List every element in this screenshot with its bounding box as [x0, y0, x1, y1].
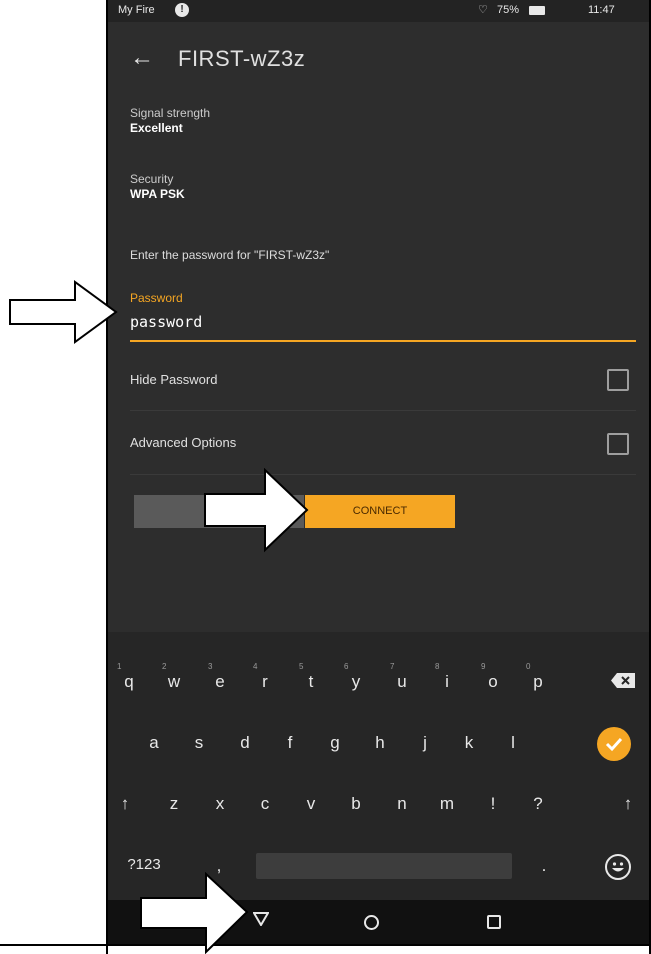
hide-password-checkbox[interactable] — [607, 369, 629, 391]
device-name: My Fire — [118, 4, 155, 16]
nav-recent-apps-icon[interactable] — [487, 915, 501, 929]
key-y[interactable]: 6y — [341, 662, 371, 692]
shift-right-icon[interactable]: ↑ — [613, 794, 643, 814]
arrow-left-icon[interactable]: ← — [130, 46, 154, 70]
security-value: WPA PSK — [130, 187, 185, 201]
key-l[interactable]: l — [498, 733, 528, 753]
emoji-icon[interactable] — [605, 854, 631, 880]
key-number-hint: 8 — [435, 662, 440, 671]
key-j[interactable]: j — [410, 733, 440, 753]
key-r[interactable]: 4r — [250, 662, 280, 692]
nav-back-icon[interactable] — [252, 912, 270, 931]
key-number-hint: 0 — [526, 662, 531, 671]
hide-password-label: Hide Password — [130, 372, 218, 387]
signal-strength-label: Signal strength — [130, 106, 211, 120]
page-title: FIRST-wZ3z — [178, 46, 306, 71]
password-prompt: Enter the password for "FIRST-wZ3z" — [130, 248, 330, 262]
spacebar[interactable] — [256, 853, 512, 879]
key-exclamation[interactable]: ! — [478, 794, 508, 814]
key-p[interactable]: 0p — [523, 662, 553, 692]
advanced-options-checkbox[interactable] — [607, 433, 629, 455]
backspace-icon[interactable] — [611, 673, 635, 688]
password-field-label: Password — [130, 291, 183, 305]
key-number-hint: 7 — [390, 662, 395, 671]
key-m[interactable]: m — [432, 794, 462, 814]
key-g[interactable]: g — [320, 733, 350, 753]
key-o[interactable]: 9o — [478, 662, 508, 692]
annotation-arrow-back — [140, 872, 249, 954]
key-b[interactable]: b — [341, 794, 371, 814]
key-w[interactable]: 2w — [159, 662, 189, 692]
key-f[interactable]: f — [275, 733, 305, 753]
wifi-icon: ♡ — [478, 4, 488, 16]
symbols-key[interactable]: ?123 — [122, 856, 166, 873]
key-label: w — [167, 672, 181, 691]
enter-check-icon[interactable] — [597, 727, 631, 761]
key-i[interactable]: 8i — [432, 662, 462, 692]
shift-left-icon[interactable]: ↑ — [110, 794, 140, 814]
key-label: u — [397, 672, 407, 691]
key-v[interactable]: v — [296, 794, 326, 814]
key-t[interactable]: 5t — [296, 662, 326, 692]
key-label: r — [262, 672, 268, 691]
nav-home-icon[interactable] — [364, 915, 379, 930]
key-k[interactable]: k — [454, 733, 484, 753]
device-screen: My Fire ! ♡ 75% 11:47 ← FIRST-wZ3z Signa… — [108, 0, 649, 944]
battery-percent: 75% — [497, 4, 520, 16]
key-number-hint: 3 — [208, 662, 213, 671]
key-number-hint: 6 — [344, 662, 349, 671]
key-h[interactable]: h — [365, 733, 395, 753]
key-n[interactable]: n — [387, 794, 417, 814]
key-label: y — [351, 672, 361, 691]
key-number-hint: 9 — [481, 662, 486, 671]
key-label: p — [533, 672, 543, 691]
key-label: e — [215, 672, 225, 691]
key-number-hint: 4 — [253, 662, 258, 671]
connect-button[interactable]: CONNECT — [305, 495, 455, 528]
signal-strength-value: Excellent — [130, 121, 183, 135]
password-input[interactable] — [130, 310, 635, 334]
key-e[interactable]: 3e — [205, 662, 235, 692]
battery-icon — [529, 6, 545, 15]
clock: 11:47 — [588, 4, 615, 16]
status-bar: My Fire ! ♡ 75% 11:47 — [108, 0, 649, 22]
key-label: o — [488, 672, 498, 691]
advanced-options-label: Advanced Options — [130, 435, 237, 450]
key-period[interactable]: . — [529, 856, 559, 876]
annotation-arrow-connect — [204, 468, 309, 553]
key-q[interactable]: 1q — [114, 662, 144, 692]
password-underline — [130, 340, 636, 342]
key-s[interactable]: s — [184, 733, 214, 753]
key-label: q — [124, 672, 134, 691]
security-label: Security — [130, 172, 174, 186]
key-label: i — [445, 672, 449, 691]
key-u[interactable]: 7u — [387, 662, 417, 692]
key-label: t — [308, 672, 314, 691]
key-c[interactable]: c — [250, 794, 280, 814]
key-number-hint: 5 — [299, 662, 304, 671]
key-z[interactable]: z — [159, 794, 189, 814]
annotation-arrow-password — [9, 280, 118, 344]
key-number-hint: 2 — [162, 662, 167, 671]
key-a[interactable]: a — [139, 733, 169, 753]
key-x[interactable]: x — [205, 794, 235, 814]
app-bar: ← FIRST-wZ3z — [108, 22, 649, 90]
divider — [130, 410, 636, 411]
key-number-hint: 1 — [117, 662, 122, 671]
frame-bottom-border — [0, 944, 651, 946]
key-d[interactable]: d — [230, 733, 260, 753]
key-question[interactable]: ? — [523, 794, 553, 814]
alert-icon: ! — [175, 3, 189, 17]
on-screen-keyboard: 1q 2w 3e 4r 5t 6y 7u 8i 9o 0p a s d f g … — [108, 632, 649, 900]
